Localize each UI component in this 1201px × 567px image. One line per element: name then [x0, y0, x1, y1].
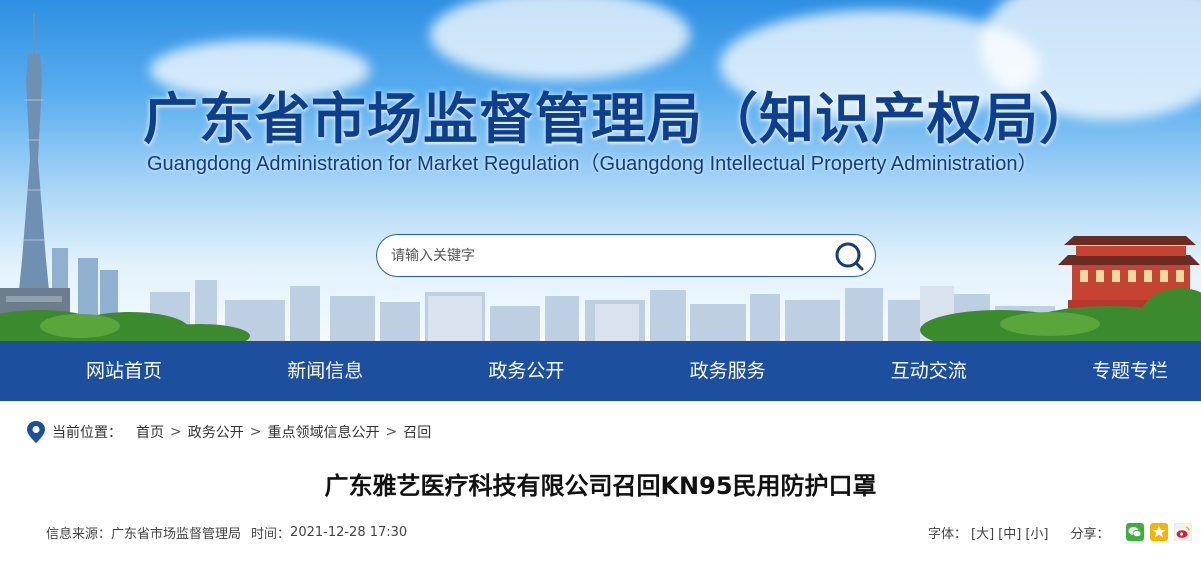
breadcrumb-separator: >: [249, 424, 262, 440]
breadcrumb: 当前位置： 首页 > 政务公开 > 重点领域信息公开 > 召回: [26, 420, 431, 444]
nav-item-home[interactable]: 网站首页: [86, 341, 162, 401]
weibo-icon[interactable]: [1173, 523, 1192, 541]
font-size-large-button[interactable]: [大]: [971, 523, 994, 542]
nav-item-news[interactable]: 新闻信息: [287, 341, 363, 401]
breadcrumb-separator: >: [385, 424, 398, 440]
breadcrumb-home[interactable]: 首页: [136, 422, 164, 442]
wechat-icon[interactable]: [1125, 523, 1144, 541]
qzone-icon[interactable]: [1149, 523, 1168, 541]
time-label: 时间：: [251, 526, 291, 542]
time-value: 2021-12-28 17:30: [290, 524, 408, 540]
article-title: 广东雅艺医疗科技有限公司召回KN95民用防护口罩: [324, 472, 877, 500]
site-subtitle-en: Guangdong Administration for Market Regu…: [147, 153, 1038, 175]
breadcrumb-separator: >: [170, 424, 182, 440]
header-banner: 广东省市场监督管理局（知识产权局） Guangdong Administrati…: [0, 0, 1201, 341]
breadcrumb-government-affairs[interactable]: 政务公开: [188, 422, 244, 442]
article-tools: 字体： [大] [中] [小] 分享：: [928, 521, 1192, 543]
nav-item-government-affairs[interactable]: 政务公开: [488, 341, 564, 401]
site-title: 广东省市场监督管理局（知识产权局）: [143, 87, 1096, 151]
breadcrumb-key-areas[interactable]: 重点领域信息公开: [267, 422, 379, 442]
article-meta: 信息来源： 广东省市场监督管理局 时间： 2021-12-28 17:30: [46, 521, 407, 543]
source-value: 广东省市场监督管理局: [111, 526, 242, 542]
source-label: 信息来源：: [46, 526, 112, 542]
search-box: [376, 234, 876, 277]
share-label: 分享：: [1070, 526, 1110, 542]
breadcrumb-recall[interactable]: 召回: [403, 422, 431, 442]
breadcrumb-label: 当前位置：: [52, 425, 122, 441]
nav-item-interaction[interactable]: 互动交流: [891, 341, 967, 401]
font-size-small-button[interactable]: [小]: [1025, 523, 1048, 542]
font-size-medium-button[interactable]: [中]: [998, 523, 1021, 542]
nav-item-services[interactable]: 政务服务: [690, 341, 766, 401]
location-pin-icon: [27, 421, 45, 443]
search-icon[interactable]: [834, 241, 864, 271]
nav-item-special-topics[interactable]: 专题专栏: [1092, 341, 1168, 401]
font-size-label: 字体：: [928, 526, 968, 542]
main-nav: 网站首页 新闻信息 政务公开 政务服务 互动交流 专题专栏: [0, 341, 1201, 401]
search-input[interactable]: [391, 243, 811, 269]
